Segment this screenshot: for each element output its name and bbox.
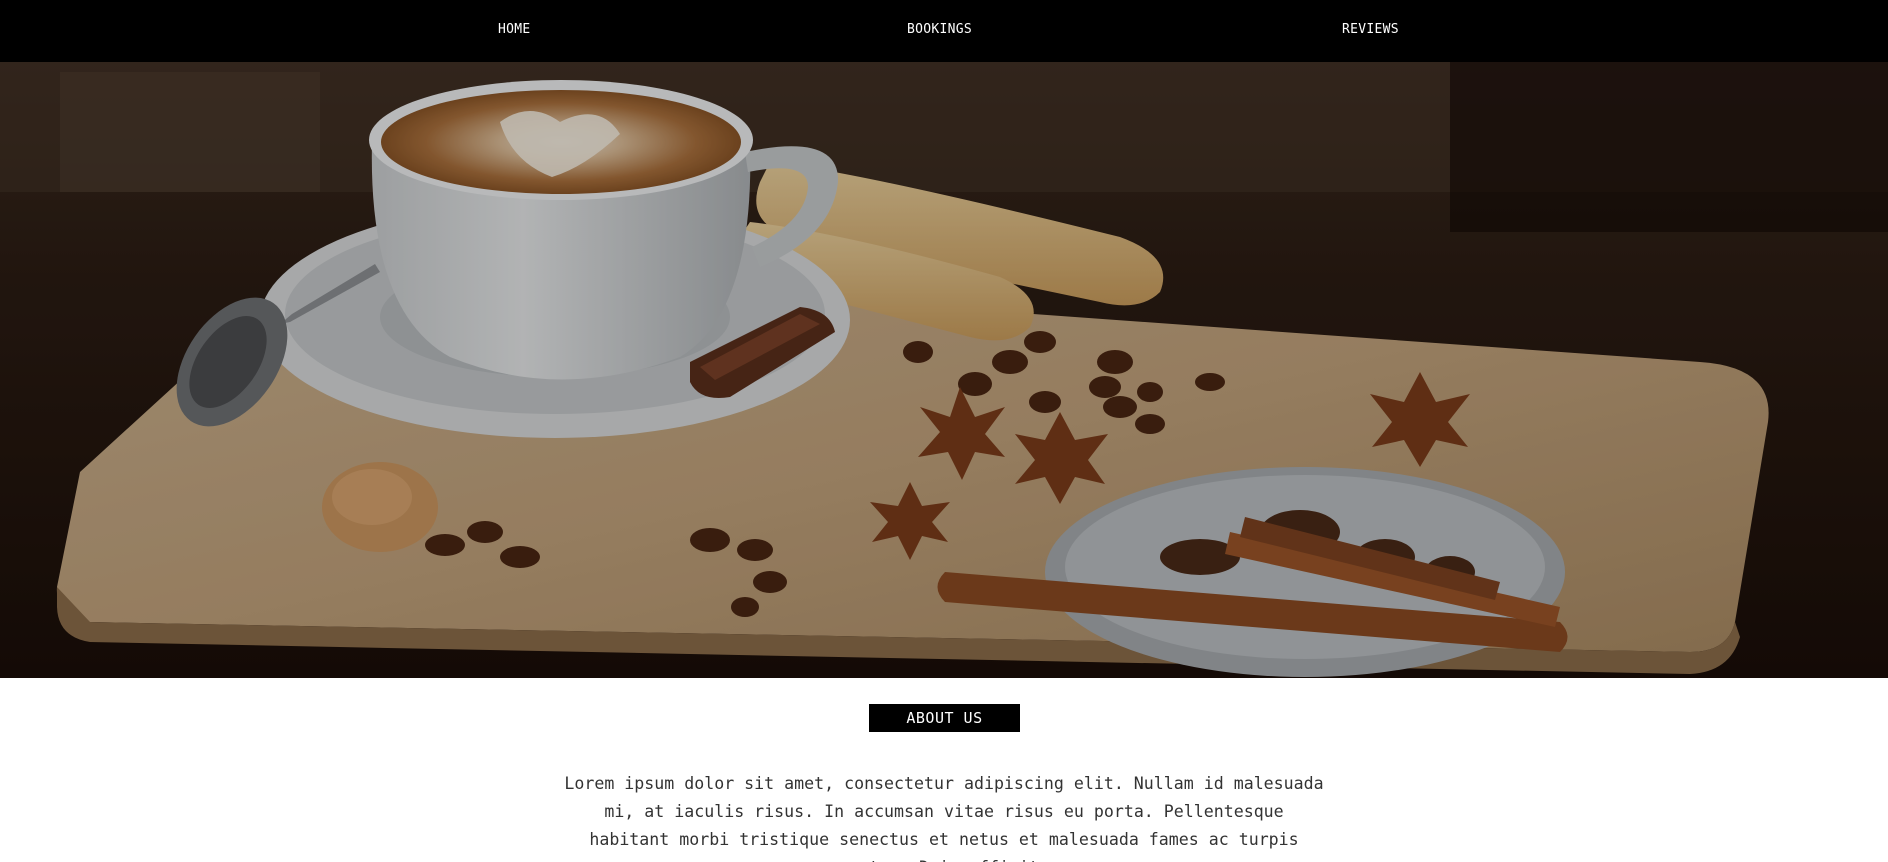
- coffee-scene-illustration: [0, 62, 1888, 678]
- about-us-heading: ABOUT US: [869, 704, 1020, 732]
- about-us-text: Lorem ipsum dolor sit amet, consectetur …: [564, 774, 1324, 862]
- top-navigation: HOME BOOKINGS REVIEWS: [0, 0, 1888, 62]
- nav-bookings-link[interactable]: BOOKINGS: [907, 22, 972, 37]
- nav-reviews-link[interactable]: REVIEWS: [1342, 22, 1399, 37]
- nav-home-link[interactable]: HOME: [498, 22, 531, 37]
- hero-image: [0, 62, 1888, 678]
